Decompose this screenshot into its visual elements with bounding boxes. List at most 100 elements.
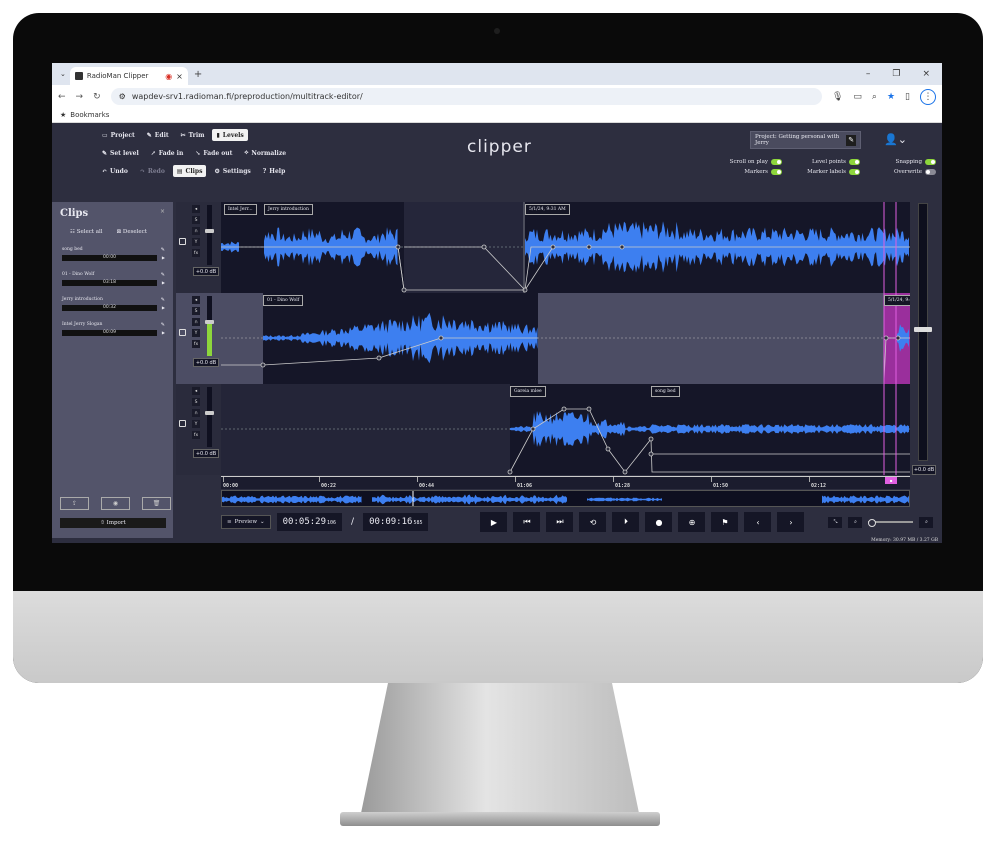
play-icon[interactable]: ▶ bbox=[162, 305, 165, 310]
speaker-icon[interactable]: ◂ bbox=[192, 296, 200, 304]
close-panel-icon[interactable]: × bbox=[160, 208, 165, 215]
headphones-icon[interactable]: ∩ bbox=[192, 227, 200, 235]
toggle-level-points[interactable]: Level points bbox=[788, 159, 860, 165]
headphones-icon[interactable]: ∩ bbox=[192, 318, 200, 326]
play-button[interactable]: ▶ bbox=[480, 512, 508, 532]
trim-button[interactable]: ✂ Trim bbox=[177, 129, 209, 141]
zoom-fit-button[interactable]: ⤡ bbox=[828, 516, 843, 528]
fade-in-button[interactable]: ↗ Fade in bbox=[147, 147, 188, 159]
clip-label[interactable]: song bed bbox=[651, 386, 680, 397]
zoom-slider[interactable] bbox=[868, 519, 914, 527]
bookmark-star-icon[interactable]: ★ bbox=[887, 92, 895, 102]
track-gain-slider[interactable] bbox=[205, 229, 214, 233]
zoom-in-button[interactable]: ⌕ bbox=[919, 516, 934, 528]
record-arm-icon[interactable]: Y bbox=[192, 238, 200, 246]
normalize-button[interactable]: ⟡ Normalize bbox=[240, 147, 290, 159]
tab-list-icon[interactable]: ⌄ bbox=[56, 70, 70, 78]
minimize-icon[interactable]: – bbox=[866, 69, 871, 79]
forward-icon[interactable]: → bbox=[76, 92, 84, 102]
track-gain-slider[interactable] bbox=[205, 320, 214, 324]
clips-button[interactable]: ▤ Clips bbox=[172, 165, 207, 177]
speaker-icon[interactable]: ◂ bbox=[192, 205, 200, 213]
loop-button[interactable]: ⟲ bbox=[579, 512, 607, 532]
cast-icon[interactable]: ▭ bbox=[853, 92, 862, 102]
toggle-markers[interactable]: Markers bbox=[724, 169, 782, 175]
zoom-out-button[interactable]: ⌕ bbox=[848, 516, 863, 528]
skip-start-button[interactable]: ⏮ bbox=[513, 512, 541, 532]
upload-icon[interactable]: ⇪ bbox=[60, 497, 89, 510]
track-select-checkbox[interactable] bbox=[179, 420, 186, 427]
redo-button[interactable]: ↷ Redo bbox=[136, 165, 169, 177]
preview-dropdown[interactable]: ≡ Preview ⌄ bbox=[221, 515, 271, 529]
overview-waveform[interactable] bbox=[221, 490, 910, 507]
selection-marker[interactable]: ▪ bbox=[885, 477, 897, 484]
user-menu-icon[interactable]: 👤⌄ bbox=[884, 133, 907, 146]
settings-button[interactable]: ⚙ Settings bbox=[210, 165, 254, 177]
add-marker-button[interactable]: ⊕ bbox=[678, 512, 706, 532]
edit-button[interactable]: ✎ Edit bbox=[143, 129, 173, 141]
record-arm-icon[interactable]: Y bbox=[192, 420, 200, 428]
restore-icon[interactable]: ❐ bbox=[892, 69, 900, 79]
clip-item[interactable]: Intel Jerry Slogan 00:09 ✎ ▶ bbox=[62, 322, 165, 338]
new-tab-icon[interactable]: + bbox=[194, 69, 202, 80]
import-button[interactable]: ⇧ Import bbox=[60, 518, 166, 528]
track-lane[interactable]: Intel Jerr... Jerry introduction 5/1/24,… bbox=[221, 202, 910, 293]
pencil-icon[interactable]: ✎ bbox=[161, 322, 165, 328]
close-tab-icon[interactable]: × bbox=[176, 72, 183, 81]
clip-item[interactable]: Jerry introduction 00:32 ✎ ▶ bbox=[62, 297, 165, 313]
select-all-button[interactable]: ☷ Select all bbox=[70, 229, 103, 235]
track-gain-slider[interactable] bbox=[205, 411, 214, 415]
view-icon[interactable]: ◉ bbox=[101, 497, 130, 510]
record-button[interactable]: ● bbox=[645, 512, 673, 532]
toggle-overwrite[interactable]: Overwrite bbox=[866, 169, 936, 175]
sidepanel-icon[interactable]: ▯ bbox=[905, 92, 910, 102]
switch[interactable] bbox=[925, 169, 936, 175]
marker-label[interactable]: 5/1/24, 9:31 AM bbox=[525, 204, 570, 215]
edit-project-icon[interactable]: ✎ bbox=[846, 134, 856, 146]
help-button[interactable]: ? Help bbox=[259, 165, 289, 177]
switch[interactable] bbox=[925, 159, 936, 165]
track-lane[interactable]: Gareia mlee song bed bbox=[221, 384, 910, 475]
effects-icon[interactable]: fx bbox=[192, 249, 200, 257]
browser-tab[interactable]: RadioMan Clipper ◉ × bbox=[69, 67, 188, 85]
skip-end-button[interactable]: ⏭ bbox=[546, 512, 574, 532]
marker-label[interactable]: 5/1/24, 9:4 bbox=[884, 295, 910, 306]
project-button[interactable]: ▭ Project bbox=[98, 129, 139, 141]
fade-out-button[interactable]: ↘ Fade out bbox=[191, 147, 236, 159]
reload-icon[interactable]: ↻ bbox=[93, 92, 101, 102]
deselect-button[interactable]: ⊠ Deselect bbox=[117, 229, 147, 235]
effects-icon[interactable]: fx bbox=[192, 431, 200, 439]
track-select-checkbox[interactable] bbox=[179, 238, 186, 245]
solo-icon[interactable]: S bbox=[192, 216, 200, 224]
switch[interactable] bbox=[849, 159, 860, 165]
pencil-icon[interactable]: ✎ bbox=[161, 272, 165, 278]
timeline-ruler[interactable]: 00:00 00:22 00:44 01:06 01:28 01:50 02:1… bbox=[221, 476, 910, 489]
play-icon[interactable]: ▶ bbox=[162, 280, 165, 285]
clip-item[interactable]: 01 - Dino Wolf 03:18 ✎ ▶ bbox=[62, 272, 165, 288]
solo-icon[interactable]: S bbox=[192, 307, 200, 315]
flag-button[interactable]: ⚑ bbox=[711, 512, 739, 532]
toggle-snapping[interactable]: Snapping bbox=[866, 159, 936, 165]
switch[interactable] bbox=[771, 169, 782, 175]
microphone-icon[interactable]: 🎙 bbox=[832, 92, 843, 102]
effects-icon[interactable]: fx bbox=[192, 340, 200, 348]
play-icon[interactable]: ▶ bbox=[162, 255, 165, 260]
close-window-icon[interactable]: × bbox=[922, 69, 930, 79]
play-icon[interactable]: ▶ bbox=[162, 330, 165, 335]
url-field[interactable]: ⚙ wapdev-srv1.radioman.fi/preproduction/… bbox=[110, 88, 822, 105]
set-level-button[interactable]: ✎ Set level bbox=[98, 147, 143, 159]
clip-label[interactable]: Gareia mlee bbox=[510, 386, 546, 397]
zoom-icon[interactable]: ⌕ bbox=[872, 92, 877, 102]
record-arm-icon[interactable]: Y bbox=[192, 329, 200, 337]
clip-label[interactable]: Intel Jerr... bbox=[224, 204, 257, 215]
toggle-marker-labels[interactable]: Marker labels bbox=[788, 169, 860, 175]
track-select-checkbox[interactable] bbox=[179, 329, 186, 336]
clip-label[interactable]: 01 - Dino Wolf bbox=[263, 295, 304, 306]
clip-label[interactable]: Jerry introduction bbox=[264, 204, 313, 215]
headphones-icon[interactable]: ∩ bbox=[192, 409, 200, 417]
pencil-icon[interactable]: ✎ bbox=[161, 247, 165, 253]
previous-marker-button[interactable]: ‹ bbox=[744, 512, 772, 532]
clip-item[interactable]: song bed 00:00 ✎ ▶ bbox=[62, 247, 165, 263]
toggle-scroll-on-play[interactable]: Scroll on play bbox=[724, 159, 782, 165]
switch[interactable] bbox=[771, 159, 782, 165]
